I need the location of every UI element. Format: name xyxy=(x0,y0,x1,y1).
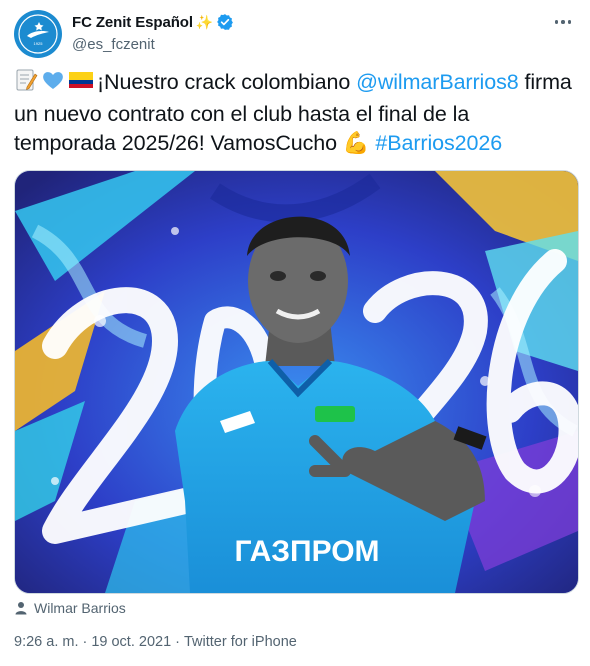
tweet-text-part: ¡Nuestro crack colombiano xyxy=(97,70,357,94)
sparkles-emoji: ✨ xyxy=(195,14,214,30)
colombia-flag-emoji xyxy=(68,68,94,100)
tweet-text: ¡Nuestro crack colombiano @wilmarBarrios… xyxy=(14,68,574,158)
zenit-logo-icon: 1925 xyxy=(18,14,58,54)
tweet-header: 1925 FC Zenit Español ✨ @es_fczenit xyxy=(14,10,576,60)
svg-text:1925: 1925 xyxy=(34,41,44,46)
verified-badge-icon xyxy=(216,13,234,31)
person-icon xyxy=(15,602,27,615)
display-name[interactable]: FC Zenit Español xyxy=(72,14,193,31)
tweet-image[interactable]: ГАЗПРОМ xyxy=(14,170,579,594)
tweet-time[interactable]: 9:26 a. m. xyxy=(14,634,78,650)
memo-emoji xyxy=(14,68,38,100)
account-avatar[interactable]: 1925 xyxy=(14,10,62,58)
dot-icon xyxy=(554,20,559,24)
tweet-meta: 9:26 a. m. · 19 oct. 2021 · Twitter for … xyxy=(14,634,297,650)
more-options-button[interactable] xyxy=(550,12,576,32)
tagged-user[interactable]: Wilmar Barrios xyxy=(14,598,126,618)
account-handle[interactable]: @es_fczenit xyxy=(72,36,234,53)
dot-icon xyxy=(561,20,565,24)
hashtag-link[interactable]: #Barrios2026 xyxy=(375,131,502,155)
meta-separator: · xyxy=(82,634,88,650)
sponsor-text: ГАЗПРОМ xyxy=(234,535,379,568)
flexed-biceps-emoji: 💪 xyxy=(342,131,370,155)
player-announcement-image: ГАЗПРОМ xyxy=(15,171,578,593)
meta-separator: · xyxy=(175,634,180,650)
tweet-date[interactable]: 19 oct. 2021 xyxy=(91,634,171,650)
tagged-user-name: Wilmar Barrios xyxy=(34,600,126,616)
dot-icon xyxy=(567,20,572,24)
tweet-source[interactable]: Twitter for iPhone xyxy=(184,634,297,650)
blue-heart-emoji xyxy=(41,68,65,100)
mention-link[interactable]: @wilmarBarrios8 xyxy=(356,70,519,94)
